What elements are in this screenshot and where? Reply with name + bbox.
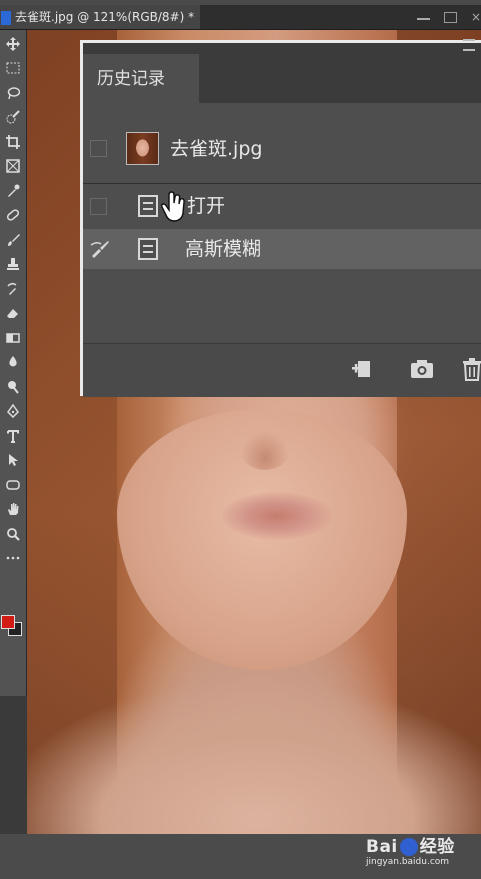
frame-icon[interactable]: [2, 155, 24, 177]
lasso-icon[interactable]: [2, 82, 24, 104]
photo-lips: [222, 492, 332, 540]
hand-cursor-icon: [161, 191, 185, 222]
baidu-paw-icon: [399, 838, 418, 856]
brush-icon[interactable]: [2, 229, 24, 251]
panel-header: 历史记录: [83, 39, 481, 104]
watermark-logo-text: Bai: [366, 837, 398, 857]
history-panel: 历史记录 去雀斑.jpg 打开 高斯模糊: [80, 39, 481, 397]
foreground-color-swatch[interactable]: [1, 615, 15, 629]
panel-menu-icon[interactable]: [463, 39, 475, 51]
path-select-icon[interactable]: [2, 449, 24, 471]
history-state-gaussian-blur[interactable]: 高斯模糊: [83, 229, 481, 269]
snapshot-label: 去雀斑.jpg: [170, 138, 263, 160]
crop-icon[interactable]: [2, 131, 24, 153]
move-icon[interactable]: [2, 33, 24, 55]
new-document-from-state-icon[interactable]: [349, 356, 375, 382]
eraser-icon[interactable]: [2, 302, 24, 324]
photo-shoulders: [27, 670, 481, 834]
history-brush-icon[interactable]: [89, 239, 111, 259]
photo-nose: [240, 430, 290, 470]
document-tab[interactable]: 去雀斑.jpg @ 121%(RGB/8#) *: [0, 5, 200, 29]
gradient-icon[interactable]: [2, 327, 24, 349]
minimize-button[interactable]: [417, 12, 430, 20]
watermark-logo: Bai 经验: [366, 832, 455, 857]
history-state-open[interactable]: 打开: [83, 186, 481, 226]
document-icon: [138, 238, 158, 260]
history-source-checkbox[interactable]: [90, 198, 107, 215]
marquee-icon[interactable]: [2, 57, 24, 79]
snapshot-source-checkbox[interactable]: [90, 140, 107, 157]
history-state-label: 高斯模糊: [185, 238, 262, 260]
document-tab-bar: 去雀斑.jpg @ 121%(RGB/8#) * ×: [0, 5, 481, 30]
shape-icon[interactable]: [2, 474, 24, 496]
snapshot-thumbnail: [126, 132, 159, 165]
baidu-watermark: Bai 经验 jingyan.baidu.com: [360, 830, 480, 876]
close-window-button[interactable]: ×: [471, 11, 481, 23]
tab-history[interactable]: 历史记录: [83, 54, 199, 104]
snapshot-row[interactable]: 去雀斑.jpg: [83, 118, 481, 184]
maximize-button[interactable]: [444, 12, 457, 23]
document-icon: [138, 195, 158, 217]
eyedropper-icon[interactable]: [2, 180, 24, 202]
trash-icon[interactable]: [459, 356, 481, 382]
camera-icon[interactable]: [409, 356, 435, 382]
blur-icon[interactable]: [2, 351, 24, 373]
tools-panel: [0, 30, 27, 696]
watermark-url: jingyan.baidu.com: [366, 857, 450, 867]
quick-select-icon[interactable]: [2, 106, 24, 128]
pen-icon[interactable]: [2, 400, 24, 422]
photoshop-icon: [1, 10, 11, 25]
history-state-label: 打开: [187, 195, 226, 217]
healing-icon[interactable]: [2, 204, 24, 226]
stamp-icon[interactable]: [2, 253, 24, 275]
more-tools-icon[interactable]: [2, 547, 24, 569]
document-tab-title: 去雀斑.jpg @ 121%(RGB/8#) *: [15, 10, 195, 24]
panel-footer: [83, 343, 481, 397]
history-brush-icon[interactable]: [2, 278, 24, 300]
dodge-icon[interactable]: [2, 376, 24, 398]
zoom-icon[interactable]: [2, 523, 24, 545]
watermark-logo-text-2: 经验: [419, 837, 455, 857]
type-icon[interactable]: [2, 425, 24, 447]
hand-icon[interactable]: [2, 498, 24, 520]
